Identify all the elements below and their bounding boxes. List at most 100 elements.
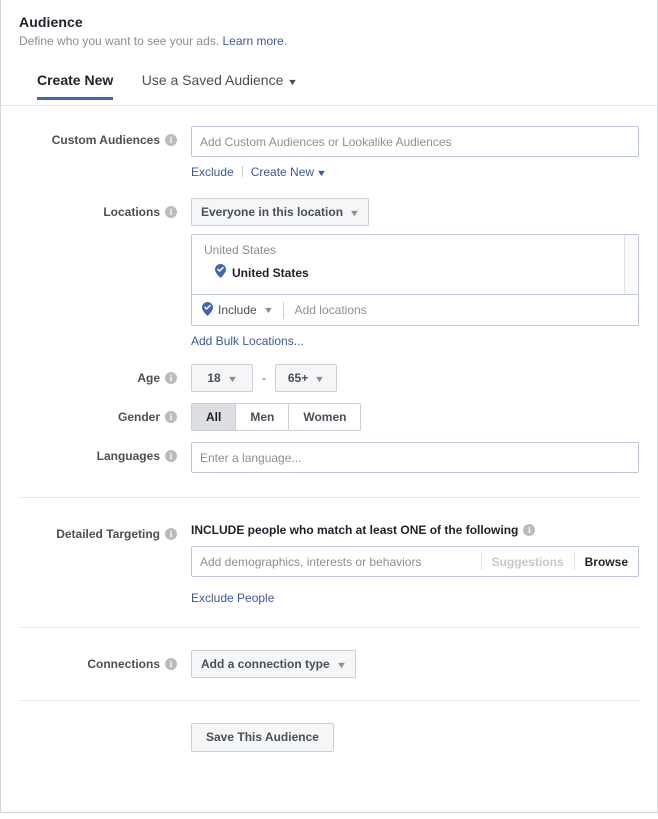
gender-segmented-control: All Men Women xyxy=(191,403,361,431)
audience-tabs: Create New Use a Saved Audience▼ xyxy=(1,72,657,106)
gender-option-men[interactable]: Men xyxy=(236,403,289,431)
gender-label: Genderi xyxy=(19,403,177,424)
create-new-link-label: Create New xyxy=(251,165,314,179)
divider xyxy=(283,302,284,319)
audience-header: Audience Define who you want to see your… xyxy=(1,0,657,49)
save-audience-row: Save This Audience xyxy=(1,723,657,752)
connections-row: Connections i Add a connection type ▼ xyxy=(1,650,657,678)
custom-audiences-row: Custom Audiences i Exclude Create New ▼ xyxy=(1,126,657,180)
info-icon[interactable]: i xyxy=(165,528,177,540)
browse-button[interactable]: Browse xyxy=(575,555,638,569)
age-min-dropdown[interactable]: 18 ▼ xyxy=(191,364,253,392)
age-min-value: 18 xyxy=(207,371,220,385)
tab-create-new-label: Create New xyxy=(37,72,113,88)
learn-more-link[interactable]: Learn more xyxy=(222,34,283,48)
age-max-dropdown[interactable]: 65+ ▼ xyxy=(275,364,337,392)
save-this-audience-button[interactable]: Save This Audience xyxy=(191,723,334,752)
location-scope-dropdown[interactable]: Everyone in this location▼ xyxy=(191,198,369,226)
detailed-targeting-heading-text: INCLUDE people who match at least ONE of… xyxy=(191,523,518,537)
info-icon[interactable]: i xyxy=(165,411,177,423)
custom-audiences-label: Custom Audiences i xyxy=(19,126,177,147)
add-bulk-locations: Add Bulk Locations... xyxy=(191,334,639,348)
connection-type-label: Add a connection type xyxy=(201,657,330,671)
locations-label-text: Locations xyxy=(103,205,160,219)
custom-audiences-input[interactable] xyxy=(191,126,639,157)
connections-field: Add a connection type ▼ xyxy=(177,650,639,678)
age-max-value: 65+ xyxy=(288,371,308,385)
add-locations-input[interactable] xyxy=(293,302,638,318)
divider xyxy=(242,166,243,177)
chevron-down-icon: ▼ xyxy=(287,77,298,87)
detailed-targeting-field: INCLUDE people who match at least ONE of… xyxy=(177,520,639,605)
location-list-item[interactable]: United States xyxy=(192,258,638,282)
info-icon[interactable]: i xyxy=(165,372,177,384)
locations-row: Locations i Everyone in this location▼ Un… xyxy=(1,198,657,348)
chevron-down-icon: ▼ xyxy=(336,652,347,678)
include-mode-dropdown[interactable]: Include ▼ xyxy=(202,302,273,319)
chevron-down-icon: ▼ xyxy=(263,305,274,315)
page-title: Audience xyxy=(19,14,657,31)
location-list-item-label: United States xyxy=(232,266,309,281)
locations-field: Everyone in this location▼ United States… xyxy=(177,198,639,348)
info-icon[interactable]: i xyxy=(523,524,535,536)
age-row: Agei 18 ▼ - 65+ ▼ xyxy=(1,364,657,392)
gender-row: Genderi All Men Women xyxy=(1,403,657,431)
suggestions-button[interactable]: Suggestions xyxy=(482,555,574,569)
info-icon[interactable]: i xyxy=(165,450,177,462)
exclude-people-row: Exclude People xyxy=(191,591,639,605)
detailed-targeting-heading: INCLUDE people who match at least ONE of… xyxy=(191,520,639,538)
detailed-targeting-label: Detailed Targeting i xyxy=(19,520,177,541)
languages-label: Languages i xyxy=(19,442,177,463)
exclude-link[interactable]: Exclude xyxy=(191,165,234,179)
add-bulk-locations-link[interactable]: Add Bulk Locations... xyxy=(191,334,304,348)
gender-label-text: Gender xyxy=(118,410,160,424)
map-pin-check-icon xyxy=(202,302,213,319)
connections-label: Connections i xyxy=(19,650,177,671)
age-range-controls: 18 ▼ - 65+ ▼ xyxy=(191,364,639,392)
languages-label-text: Languages xyxy=(97,449,160,463)
include-mode-label: Include xyxy=(218,303,257,317)
section-divider xyxy=(19,700,639,701)
detailed-targeting-label-text: Detailed Targeting xyxy=(56,527,160,541)
page-subtitle: Define who you want to see your ads. Lea… xyxy=(19,34,657,49)
locations-include-row: Include ▼ xyxy=(192,295,638,325)
gender-option-women[interactable]: Women xyxy=(289,403,361,431)
age-label: Agei xyxy=(19,364,177,385)
tab-use-saved-audience[interactable]: Use a Saved Audience▼ xyxy=(142,72,298,99)
subtitle-period: . xyxy=(284,34,287,48)
gender-option-all[interactable]: All xyxy=(191,403,236,431)
chevron-down-icon: ▼ xyxy=(227,366,238,392)
exclude-people-link[interactable]: Exclude People xyxy=(191,591,274,605)
custom-audiences-sublinks: Exclude Create New ▼ xyxy=(191,165,639,180)
connections-label-text: Connections xyxy=(87,657,160,671)
create-new-link[interactable]: Create New ▼ xyxy=(251,165,327,179)
connection-type-dropdown[interactable]: Add a connection type ▼ xyxy=(191,650,356,678)
tab-create-new[interactable]: Create New xyxy=(37,72,113,99)
info-icon[interactable]: i xyxy=(165,206,177,218)
locations-scrollbar[interactable] xyxy=(624,235,638,294)
detailed-targeting-row: Detailed Targeting i INCLUDE people who m… xyxy=(1,520,657,605)
chevron-down-icon: ▼ xyxy=(316,166,327,180)
custom-audiences-field: Exclude Create New ▼ xyxy=(177,126,639,180)
locations-label: Locations i xyxy=(19,198,177,219)
languages-field xyxy=(177,442,639,473)
detailed-targeting-input[interactable] xyxy=(192,547,481,576)
tab-use-saved-audience-label: Use a Saved Audience xyxy=(142,72,284,88)
languages-row: Languages i xyxy=(1,442,657,473)
chevron-down-icon: ▼ xyxy=(314,366,325,392)
info-icon[interactable]: i xyxy=(165,134,177,146)
info-icon[interactable]: i xyxy=(165,658,177,670)
gender-field: All Men Women xyxy=(177,403,639,431)
languages-input[interactable] xyxy=(191,442,639,473)
subtitle-text: Define who you want to see your ads. xyxy=(19,34,219,48)
section-divider xyxy=(19,627,639,628)
age-label-text: Age xyxy=(137,371,160,385)
detailed-targeting-input-wrap: Suggestions Browse xyxy=(191,546,639,577)
locations-list: United States United States xyxy=(192,235,638,295)
chevron-down-icon: ▼ xyxy=(349,200,360,226)
age-range-dash: - xyxy=(262,371,266,385)
custom-audiences-label-text: Custom Audiences xyxy=(52,133,160,147)
map-pin-check-icon xyxy=(215,264,226,282)
locations-group-header: United States xyxy=(192,235,638,258)
audience-card: Audience Define who you want to see your… xyxy=(0,0,658,813)
